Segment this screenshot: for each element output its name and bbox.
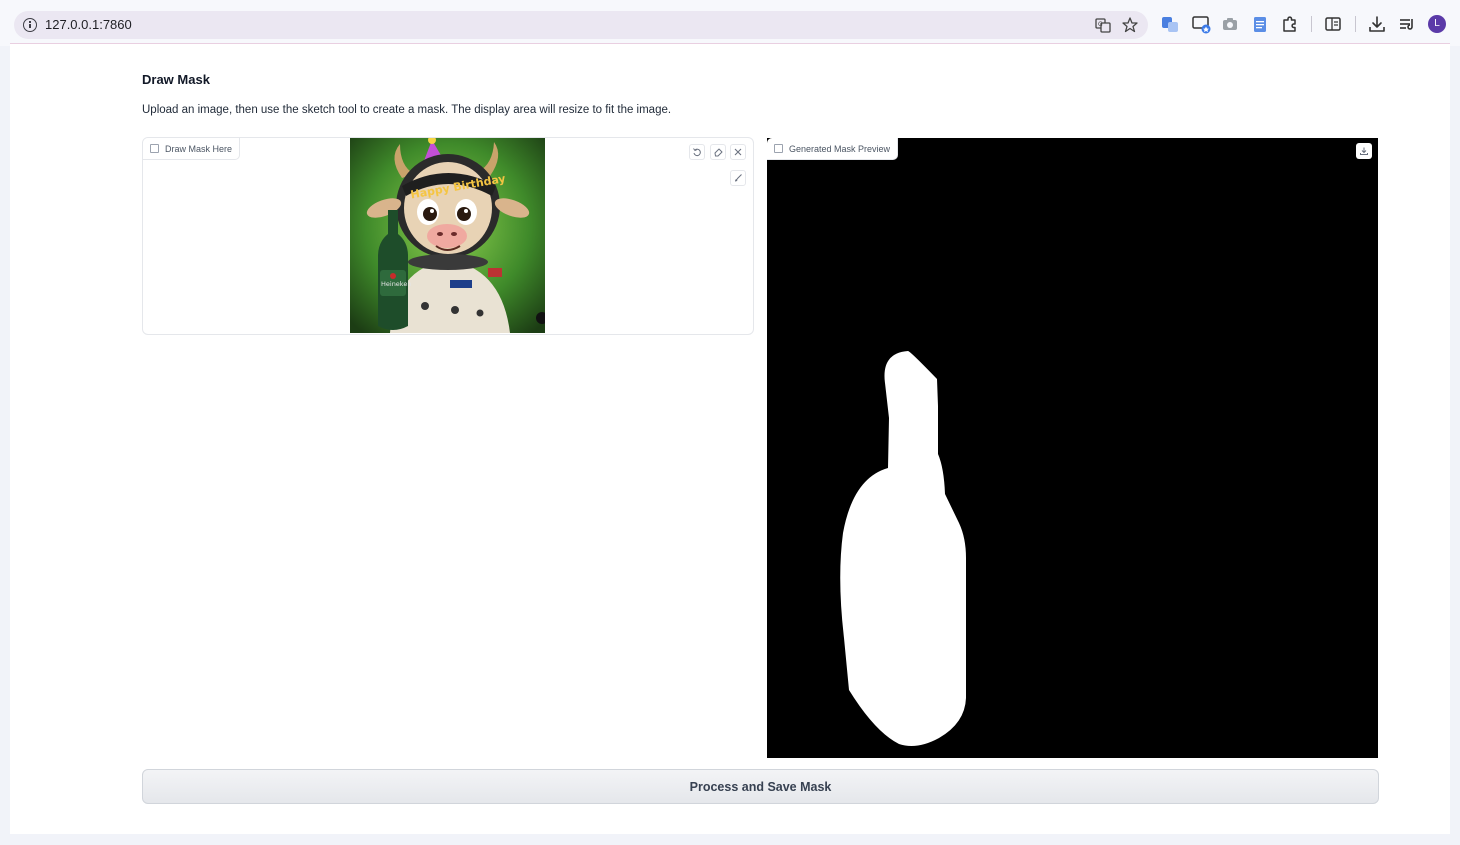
site-info-icon[interactable] xyxy=(23,18,37,32)
cast-icon[interactable] xyxy=(1192,14,1212,34)
preview-label-text: Generated Mask Preview xyxy=(789,144,891,154)
reading-list-icon[interactable] xyxy=(1323,14,1343,34)
url-text[interactable]: 127.0.0.1:7860 xyxy=(45,17,132,32)
document-icon[interactable] xyxy=(1250,14,1270,34)
image-icon xyxy=(150,144,159,153)
svg-text:G: G xyxy=(1098,21,1103,28)
mask-preview-panel: Generated Mask Preview xyxy=(767,138,1378,758)
address-bar[interactable]: 127.0.0.1:7860 G xyxy=(14,11,1148,39)
translate-extension-icon[interactable] xyxy=(1160,14,1180,34)
media-controls-icon[interactable] xyxy=(1397,14,1417,34)
sketch-label: Draw Mask Here xyxy=(143,138,241,160)
undo-button[interactable] xyxy=(689,144,705,160)
star-icon[interactable] xyxy=(1121,16,1139,34)
download-mask-button[interactable] xyxy=(1356,143,1372,159)
translate-icon[interactable]: G xyxy=(1094,16,1112,34)
camera-icon[interactable] xyxy=(1220,14,1240,34)
download-icon[interactable] xyxy=(1367,14,1387,34)
sketch-label-text: Draw Mask Here xyxy=(165,144,233,154)
browser-toolbar: 127.0.0.1:7860 G L xyxy=(0,0,1460,46)
app-page: Draw Mask Upload an image, then use the … xyxy=(10,44,1450,834)
toolbar-divider xyxy=(1311,16,1312,32)
brush-icon xyxy=(735,174,742,182)
extensions-icon[interactable] xyxy=(1280,14,1300,34)
profile-avatar[interactable]: L xyxy=(1428,15,1446,33)
brush-button[interactable] xyxy=(730,170,746,186)
download-icon xyxy=(1360,147,1368,155)
sketch-panel[interactable]: Draw Mask Here Happy Birthday Heineken xyxy=(142,137,754,335)
process-save-mask-button[interactable]: Process and Save Mask xyxy=(142,769,1379,804)
undo-icon xyxy=(693,148,701,157)
page-title: Draw Mask xyxy=(142,72,210,87)
preview-label: Generated Mask Preview xyxy=(767,138,899,160)
eraser-button[interactable] xyxy=(710,144,726,160)
toolbar-divider xyxy=(1355,16,1356,32)
close-icon xyxy=(734,148,742,156)
clear-button[interactable] xyxy=(730,144,746,160)
image-icon xyxy=(774,144,783,153)
page-description: Upload an image, then use the sketch too… xyxy=(142,104,672,116)
mask-preview-image xyxy=(767,138,1378,758)
eraser-icon xyxy=(714,148,723,157)
bottle-label: Heineken xyxy=(381,280,411,288)
sketch-canvas-image[interactable]: Happy Birthday Heineken xyxy=(350,138,545,333)
